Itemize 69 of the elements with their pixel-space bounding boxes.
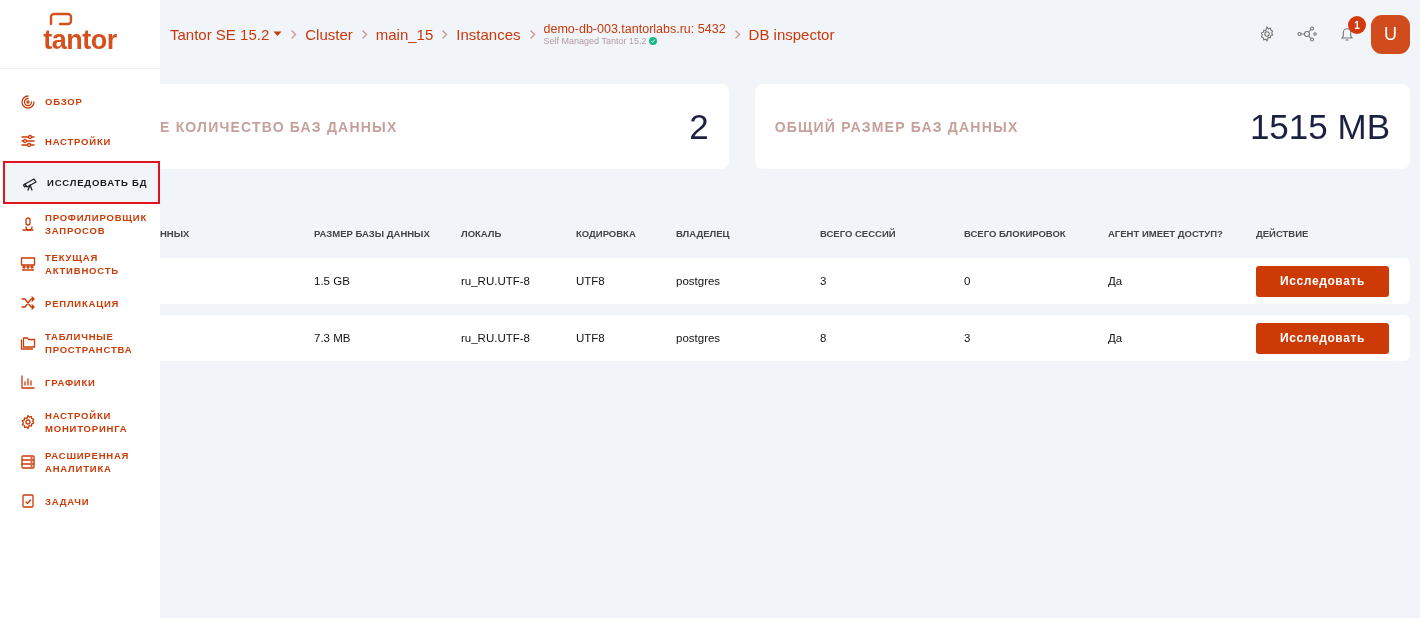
bar-chart-icon [20, 374, 36, 391]
sidebar-item[interactable]: РЕПЛИКАЦИЯ [0, 283, 160, 323]
table-cell-text: 8 [820, 332, 828, 344]
caret-down-icon [273, 31, 283, 37]
chevron-right-icon [528, 28, 536, 40]
table-cell-text: ru_RU.UTF-8 [461, 275, 531, 287]
shuffle-icon [20, 295, 36, 312]
table-cell-text: postgres [676, 275, 722, 287]
sidebar-item[interactable]: ЗАДАЧИ [0, 481, 160, 521]
column-header: ВСЕГО БЛОКИРОВОК [964, 227, 1067, 239]
sidebar-item[interactable]: НАСТРОЙКИ [0, 121, 160, 162]
inspect-button[interactable]: Исследовать [1256, 322, 1389, 354]
chevron-right-icon [441, 28, 449, 40]
chevron-right-icon [733, 28, 741, 40]
version-dropdown[interactable]: Tantor SE 15.2 [170, 25, 283, 43]
column-header: ЛОКАЛЬ [461, 227, 503, 239]
target-icon [20, 93, 36, 110]
table-cell-text: UTF8 [576, 332, 606, 344]
column-header: АГЕНТ ИМЕЕТ ДОСТУП? [1108, 227, 1224, 239]
column-header: ДЕЙСТВИЕ [1256, 227, 1310, 239]
breadcrumb-link[interactable]: DB inspector [748, 25, 835, 43]
stat-value: 2 [689, 106, 709, 147]
breadcrumb-link[interactable]: Cluster [305, 25, 353, 43]
gear-icon [20, 413, 36, 430]
sidebar-item[interactable]: ГРАФИКИ [0, 362, 160, 403]
settings-icon[interactable] [1259, 26, 1275, 42]
column-header: ННЫХ [160, 227, 191, 239]
table-cell-text: 7.3 MB [314, 332, 352, 344]
table-cell-text: postgres [676, 332, 722, 344]
chevron-right-icon [360, 28, 368, 40]
network-icon[interactable] [1297, 26, 1317, 42]
sidebar-item[interactable]: ОБЗОР [0, 82, 160, 122]
breadcrumb-link[interactable]: Instances [456, 25, 521, 43]
server-icon [20, 453, 36, 470]
column-header: КОДИРОВКА [576, 227, 637, 239]
stat-label: Е КОЛИЧЕСТВО БАЗ ДАННЫХ [160, 118, 398, 135]
table-cell-text: Да [1108, 275, 1124, 287]
stat-label: ОБЩИЙ РАЗМЕР БАЗ ДАННЫХ [774, 118, 1019, 135]
table-cell-text: 0 [964, 275, 972, 287]
breadcrumb-link[interactable]: main_15 [375, 25, 434, 43]
notification-badge: 1 [1348, 16, 1366, 34]
inspect-button[interactable]: Исследовать [1256, 265, 1389, 297]
user-avatar[interactable]: U [1371, 14, 1410, 54]
table-cell-text: 3 [964, 332, 972, 344]
people-icon [20, 255, 36, 272]
table-cell-text: ru_RU.UTF-8 [461, 332, 531, 344]
table-cell-text: Да [1108, 332, 1124, 344]
sidebar-item[interactable]: ТЕКУЩАЯ АКТИВНОСТЬ [0, 243, 160, 284]
column-header: ВЛАДЕЛЕЦ [676, 227, 731, 239]
table-cell-text: 3 [820, 275, 828, 287]
sidebar-item[interactable]: ТАБЛИЧНЫЕ ПРОСТРАНСТВА [0, 322, 160, 363]
checklist-icon [20, 493, 36, 510]
sidebar-item[interactable]: ПРОФИЛИРОВЩИК ЗАПРОСОВ [0, 204, 160, 244]
logo: tantor [43, 14, 117, 54]
column-header: РАЗМЕР БАЗЫ ДАННЫХ [314, 227, 431, 239]
speech-bubble-icon [48, 12, 75, 28]
table-cell-text: 1.5 GB [314, 275, 351, 287]
sidebar-item[interactable]: ИССЛЕДОВАТЬ БД [3, 161, 160, 205]
instance-subtitle: Self Managed Tantor 15.2 [543, 36, 647, 46]
folder-icon [20, 334, 36, 351]
sidebar-item[interactable]: РАСШИРЕННАЯ АНАЛИТИКА [0, 441, 160, 482]
column-header: ВСЕГО СЕССИЙ [820, 227, 897, 239]
sidebar-item[interactable]: НАСТРОЙКИ МОНИТОРИНГА [0, 402, 160, 442]
sliders-icon [20, 133, 36, 150]
table-cell-text: UTF8 [576, 275, 606, 287]
chevron-right-icon [290, 28, 298, 40]
bell-icon[interactable] [1339, 26, 1355, 42]
breadcrumb-link[interactable]: demo-db-003.tantorlabs.ru: 5432 [543, 22, 726, 36]
stat-value: 1515 MB [1249, 106, 1390, 147]
